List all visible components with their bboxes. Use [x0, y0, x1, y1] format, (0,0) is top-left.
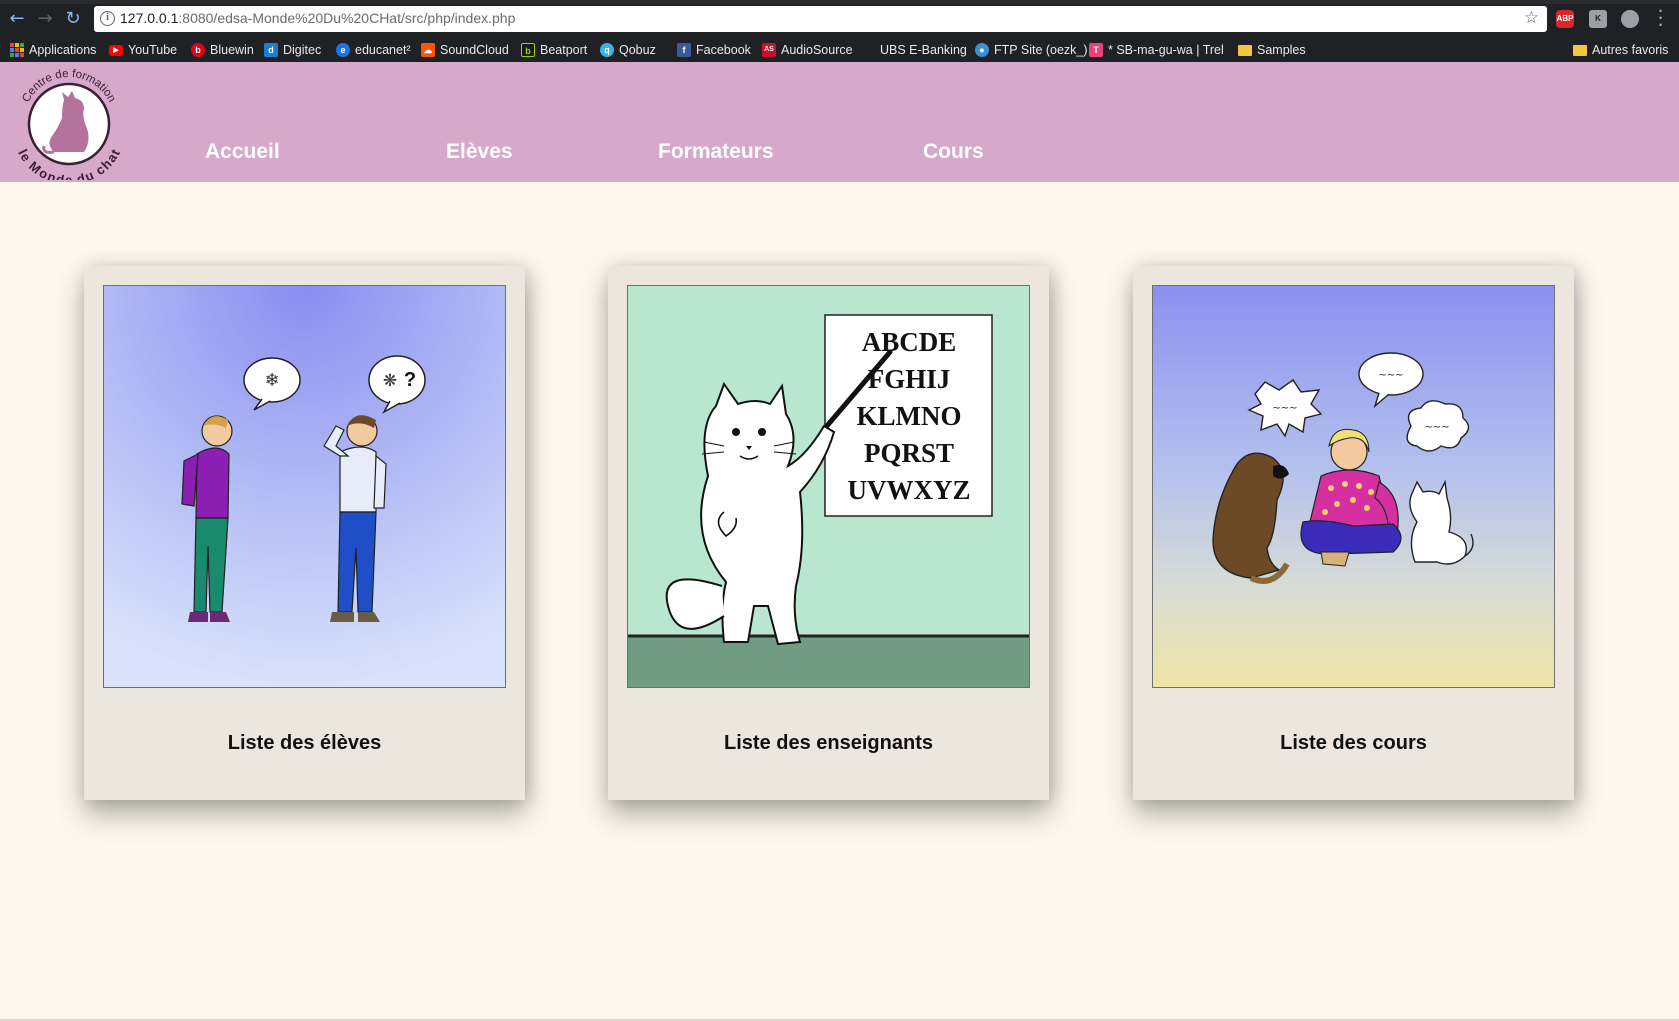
nav-formateurs[interactable]: Formateurs — [658, 140, 774, 164]
card-caption[interactable]: Liste des enseignants — [608, 732, 1049, 755]
site-logo[interactable]: Centre de formation le Monde du chat — [12, 64, 123, 188]
svg-text:?: ? — [404, 369, 416, 391]
svg-text:~~~: ~~~ — [1378, 370, 1403, 381]
bookmark-label: Digitec — [283, 43, 322, 57]
bluewin-icon: b — [191, 43, 205, 57]
students-illustration[interactable]: ❄ ❋ ? — [103, 285, 506, 688]
trello-icon: T — [1089, 43, 1103, 57]
bookmark-label: UBS E-Banking — [880, 43, 967, 57]
card-courses[interactable]: ~~~ ~~~ ~~~ Liste des cours — [1133, 266, 1574, 800]
bookmark-trello[interactable]: T * SB-ma-gu-wa | Trell — [1089, 41, 1224, 59]
chart-row-1: ABCDE — [862, 327, 957, 357]
courses-illustration[interactable]: ~~~ ~~~ ~~~ — [1152, 285, 1555, 688]
bookmark-youtube[interactable]: ▶ YouTube — [109, 41, 177, 59]
svg-text:~~~: ~~~ — [1424, 422, 1449, 433]
bookmark-label: AudioSource — [781, 43, 853, 57]
digitec-icon: d — [264, 43, 278, 57]
audiosource-icon: AS — [762, 43, 776, 57]
site-info-icon[interactable]: i — [100, 11, 115, 26]
bookmark-label: Samples — [1257, 43, 1306, 57]
back-icon[interactable]: ← — [6, 8, 28, 30]
svg-text:~~~: ~~~ — [1272, 403, 1297, 414]
bookmark-label: Bluewin — [210, 43, 254, 57]
bookmark-label: Applications — [29, 43, 97, 57]
svg-text:❋: ❋ — [383, 371, 397, 391]
bookmark-label: Facebook — [696, 43, 751, 57]
cat-teacher-alphabet-chart-illustration: ABCDE FGHIJ KLMNO PQRST UVWXYZ — [628, 286, 1029, 687]
ftp-icon: ● — [975, 43, 989, 57]
bookmark-star-icon[interactable]: ☆ — [1524, 8, 1539, 28]
bookmark-label: Qobuz — [619, 43, 656, 57]
bookmark-soundcloud[interactable]: ☁ SoundCloud — [421, 41, 509, 59]
beatport-icon: b — [521, 43, 535, 57]
bookmark-applications[interactable]: Applications — [10, 41, 96, 59]
bookmark-label: * SB-ma-gu-wa | Trell — [1108, 43, 1224, 57]
card-caption[interactable]: Liste des élèves — [84, 732, 525, 755]
svg-text:❄: ❄ — [264, 370, 279, 391]
chart-row-3: KLMNO — [857, 401, 962, 431]
cat-logo-icon: Centre de formation le Monde du chat — [15, 68, 123, 188]
bookmark-digitec[interactable]: d Digitec — [264, 41, 321, 59]
bookmark-ubs[interactable]: UBS E-Banking — [863, 41, 967, 59]
qobuz-icon: q — [600, 43, 614, 57]
browser-menu-icon[interactable]: · · · — [1656, 4, 1666, 34]
soundcloud-icon: ☁ — [421, 43, 435, 57]
nav-eleves[interactable]: Elèves — [446, 140, 513, 164]
bookmark-bluewin[interactable]: b Bluewin — [191, 41, 254, 59]
bookmark-ftp[interactable]: ● FTP Site (oezk_) — [975, 41, 1088, 59]
adblock-plus-icon[interactable]: ABP — [1556, 10, 1574, 28]
bookmark-other-favorites[interactable]: Autres favoris — [1573, 41, 1668, 59]
card-students[interactable]: ❄ ❋ ? Liste des élèves — [84, 266, 525, 800]
extension-ghost-icon[interactable] — [1621, 10, 1639, 28]
bookmark-label: Autres favoris — [1592, 43, 1669, 57]
two-students-talking-illustration: ❄ ❋ ? — [104, 286, 505, 687]
bookmark-label: FTP Site (oezk_) — [994, 43, 1088, 57]
teachers-illustration[interactable]: ABCDE FGHIJ KLMNO PQRST UVWXYZ — [627, 285, 1030, 688]
bookmarks-bar: Applications ▶ YouTube b Bluewin d Digit… — [0, 38, 1679, 62]
chart-row-4: PQRST — [864, 438, 954, 468]
ubs-icon — [863, 43, 875, 57]
nav-accueil[interactable]: Accueil — [205, 140, 280, 164]
url-host: 127.0.0.1 — [120, 10, 179, 26]
bookmark-label: educanet² — [355, 43, 411, 57]
address-bar[interactable]: i 127.0.0.1:8080/edsa-Monde%20Du%20CHat/… — [94, 6, 1547, 32]
bookmark-audiosource[interactable]: AS AudioSource — [762, 41, 853, 59]
folder-icon — [1238, 44, 1252, 56]
forward-icon[interactable]: → — [34, 8, 56, 30]
apps-grid-icon — [10, 43, 24, 57]
url-path: :8080/edsa-Monde%20Du%20CHat/src/php/ind… — [178, 10, 516, 26]
bookmark-samples[interactable]: Samples — [1238, 41, 1306, 59]
bookmark-facebook[interactable]: f Facebook — [677, 41, 751, 59]
bookmark-educanet[interactable]: e educanet² — [336, 41, 411, 59]
site-header: Centre de formation le Monde du chat Acc… — [0, 62, 1679, 188]
card-teachers[interactable]: ABCDE FGHIJ KLMNO PQRST UVWXYZ Liste des… — [608, 266, 1049, 800]
bookmark-label: Beatport — [540, 43, 588, 57]
girl-with-dog-and-cat-illustration: ~~~ ~~~ ~~~ — [1153, 286, 1554, 687]
youtube-icon: ▶ — [109, 44, 123, 56]
educanet-icon: e — [336, 43, 350, 57]
bookmark-label: SoundCloud — [440, 43, 509, 57]
chart-row-5: UVWXYZ — [847, 475, 970, 505]
address-bar-url[interactable]: 127.0.0.1:8080/edsa-Monde%20Du%20CHat/sr… — [120, 10, 515, 26]
bookmark-beatport[interactable]: b Beatport — [521, 41, 587, 59]
chart-row-2: FGHIJ — [868, 364, 951, 394]
folder-icon — [1573, 44, 1587, 56]
bookmark-label: YouTube — [128, 43, 178, 57]
web-page: Centre de formation le Monde du chat Acc… — [0, 62, 1679, 1021]
nav-cours[interactable]: Cours — [923, 140, 984, 164]
facebook-icon: f — [677, 43, 691, 57]
reload-icon[interactable]: ↻ — [62, 8, 84, 30]
extension-k-icon[interactable]: K — [1589, 10, 1607, 28]
bookmark-qobuz[interactable]: q Qobuz — [600, 41, 656, 59]
browser-toolbar: ← → ↻ i 127.0.0.1:8080/edsa-Monde%20Du%2… — [0, 0, 1679, 38]
card-caption[interactable]: Liste des cours — [1133, 732, 1574, 755]
tab-strip-edge — [0, 0, 1679, 4]
